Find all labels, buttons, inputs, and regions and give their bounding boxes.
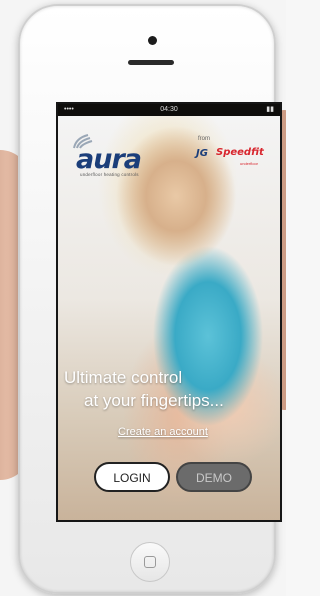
earpiece-speaker xyxy=(128,60,174,65)
hero-background-photo: aura underfloor heating controls from JG… xyxy=(58,116,280,520)
demo-button[interactable]: DEMO xyxy=(176,462,252,492)
aura-tagline: underfloor heating controls xyxy=(80,172,139,177)
aura-logo: aura xyxy=(76,144,142,175)
front-camera xyxy=(148,36,157,45)
status-time: 04:30 xyxy=(160,106,178,113)
from-label: from xyxy=(198,136,210,142)
login-button[interactable]: LOGIN xyxy=(94,462,170,492)
home-square-icon xyxy=(144,556,156,568)
speedfit-subtitle: underfloor xyxy=(240,161,259,166)
phone-device: •••• 04:30 ▮▮ aura underfloor heating co… xyxy=(18,4,282,594)
speedfit-logo: Speedfit xyxy=(216,147,264,158)
battery-icon: ▮▮ xyxy=(266,106,274,113)
create-account-link[interactable]: Create an account xyxy=(118,426,208,438)
phone-screen: •••• 04:30 ▮▮ aura underfloor heating co… xyxy=(56,102,282,522)
jg-logo: JG xyxy=(196,148,208,159)
status-bar: •••• 04:30 ▮▮ xyxy=(58,104,280,116)
headline-line-2: at your fingertips... xyxy=(84,391,224,410)
stage: •••• 04:30 ▮▮ aura underfloor heating co… xyxy=(0,0,286,596)
headline-line-1: Ultimate control xyxy=(64,368,183,387)
home-button[interactable] xyxy=(130,542,170,582)
